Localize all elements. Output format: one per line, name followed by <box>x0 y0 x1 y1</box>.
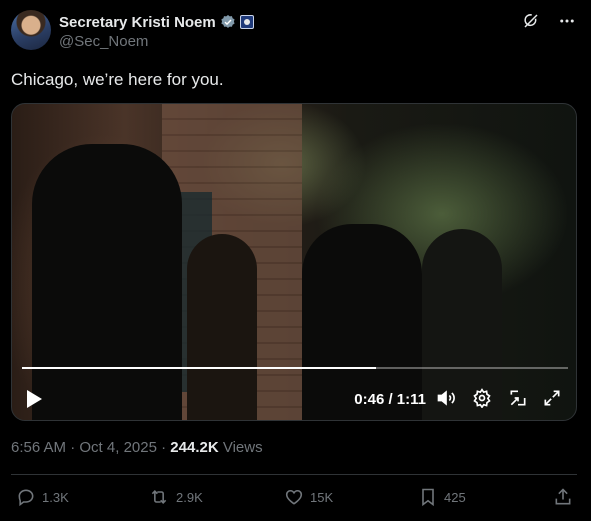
play-icon[interactable] <box>24 388 44 415</box>
like-button[interactable]: 15K <box>284 487 333 507</box>
heart-icon <box>285 489 303 505</box>
reply-icon <box>18 489 34 507</box>
share-icon <box>555 488 571 505</box>
grok-icon[interactable] <box>522 12 540 30</box>
action-bar: 1.3K 2.9K 15K 425 <box>0 487 591 509</box>
bookmark-count: 425 <box>444 489 466 505</box>
header-actions <box>522 12 576 30</box>
avatar[interactable] <box>11 10 51 50</box>
share-button[interactable] <box>553 487 573 507</box>
reply-count: 1.3K <box>42 489 69 505</box>
divider <box>11 474 577 475</box>
video-frame-figure <box>32 144 182 420</box>
repost-count: 2.9K <box>176 489 203 505</box>
reply-button[interactable]: 1.3K <box>16 487 69 507</box>
video-time: 0:46 / 1:11 <box>354 391 426 408</box>
like-count: 15K <box>310 489 334 505</box>
display-name[interactable]: Secretary Kristi Noem <box>59 14 216 31</box>
video-progress-fill <box>22 367 376 369</box>
bookmark-button[interactable]: 425 <box>418 487 466 507</box>
fullscreen-icon[interactable] <box>542 388 562 413</box>
more-icon[interactable] <box>558 12 576 30</box>
tweet-text: Chicago, we’re here for you. <box>11 70 224 89</box>
author-name-row: Secretary Kristi Noem <box>59 12 254 32</box>
verified-badge-icon[interactable] <box>220 14 236 30</box>
handle[interactable]: @Sec_Noem <box>59 33 148 50</box>
video-controls: 0:46 / 1:11 <box>12 384 576 416</box>
views-count: 244.2K <box>170 439 219 456</box>
video-progress-bar[interactable] <box>22 367 568 369</box>
pip-icon[interactable] <box>508 388 528 413</box>
post-meta: 6:56 AM · Oct 4, 2025 · 244.2K Views <box>11 439 263 456</box>
video-player[interactable]: 0:46 / 1:11 <box>11 103 577 421</box>
dhs-seal-icon[interactable] <box>239 15 254 29</box>
meta-separator: · <box>161 439 167 456</box>
bookmark-icon <box>422 488 434 507</box>
views-label: Views <box>222 439 263 456</box>
repost-icon <box>151 490 167 504</box>
post-time[interactable]: 6:56 AM <box>11 439 66 456</box>
settings-icon[interactable] <box>472 388 492 413</box>
repost-button[interactable]: 2.9K <box>148 487 203 507</box>
post-date[interactable]: Oct 4, 2025 <box>79 439 157 456</box>
volume-icon[interactable] <box>436 388 456 413</box>
meta-separator: · <box>70 439 76 456</box>
